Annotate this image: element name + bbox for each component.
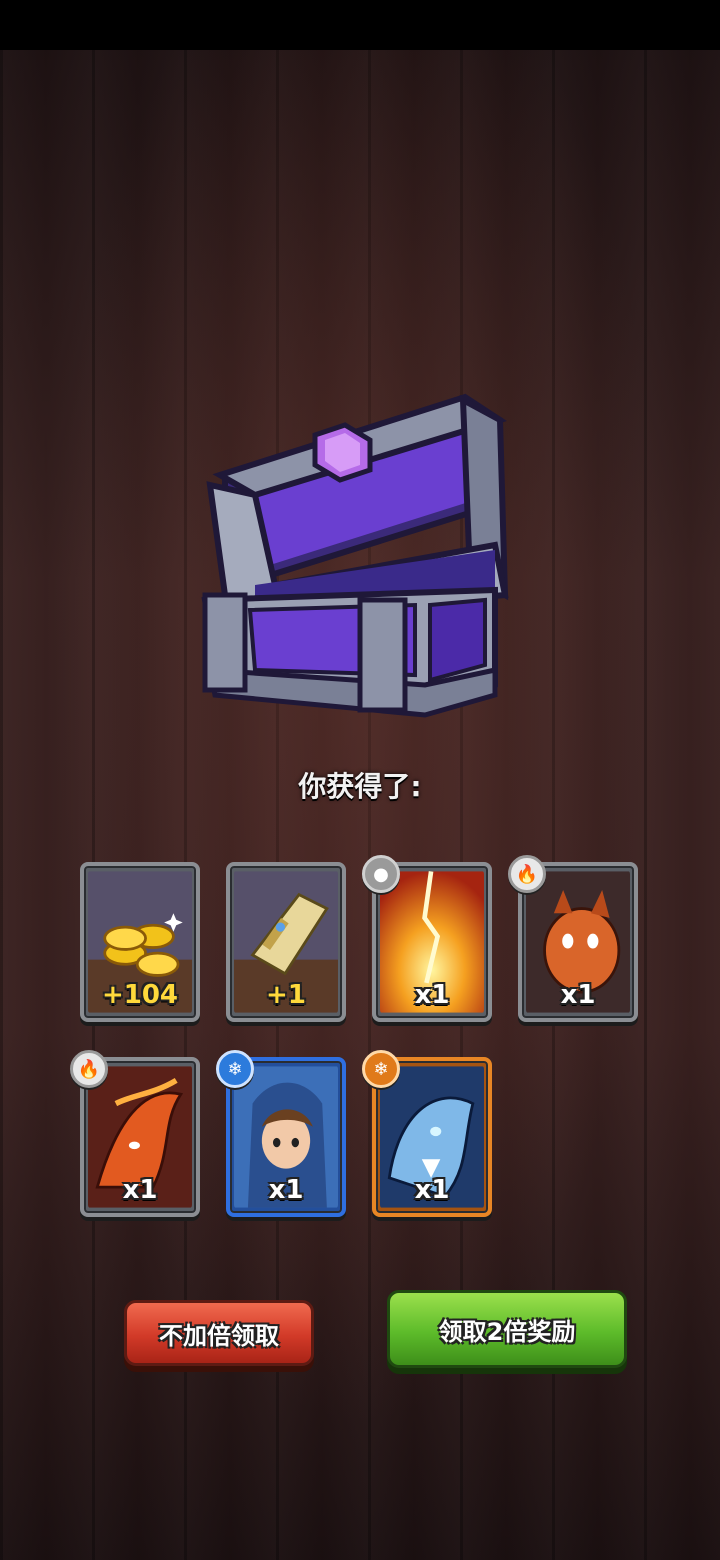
stone-icon: ● — [362, 855, 400, 893]
reward-title: 你获得了: — [298, 770, 422, 803]
status-bar — [0, 0, 720, 50]
reward-count: +1 — [266, 980, 306, 1010]
claim-double-reward-button[interactable]: 领取2倍奖励 — [387, 1290, 627, 1368]
reward-count: x1 — [414, 980, 450, 1010]
reward-count: x1 — [268, 1175, 304, 1205]
fire-icon: 🔥 — [508, 855, 546, 893]
reward-count: x1 — [560, 980, 596, 1010]
fire-icon: 🔥 — [70, 1050, 108, 1088]
reward-card-gold[interactable]: +104 — [80, 862, 200, 1022]
claim-without-double-button[interactable]: 不加倍领取 — [124, 1300, 314, 1366]
reward-count: x1 — [414, 1175, 450, 1205]
reward-count: +104 — [101, 980, 179, 1010]
treasure-chest-image — [195, 385, 525, 725]
snowflake-icon: ❄ — [216, 1050, 254, 1088]
reward-count: x1 — [122, 1175, 158, 1205]
snowflake-icon: ❄ — [362, 1050, 400, 1088]
reward-card-scroll[interactable]: +1 — [226, 862, 346, 1022]
